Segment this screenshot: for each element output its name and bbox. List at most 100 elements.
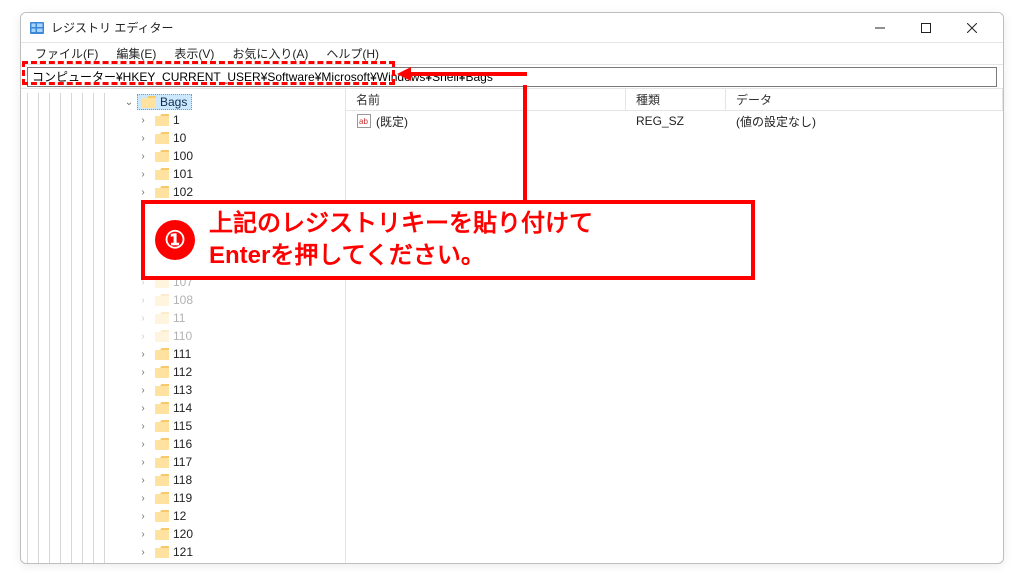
address-input[interactable] <box>27 67 997 87</box>
tree-item-label: 119 <box>173 491 192 505</box>
tree-item-label: 110 <box>173 329 192 343</box>
folder-icon <box>155 474 169 486</box>
regedit-icon <box>29 20 45 36</box>
folder-icon <box>155 492 169 504</box>
tree-item[interactable]: ›114 <box>133 399 345 417</box>
chevron-right-icon[interactable]: › <box>137 492 149 504</box>
minimize-button[interactable] <box>857 13 903 43</box>
chevron-right-icon[interactable]: › <box>137 186 149 198</box>
chevron-right-icon[interactable]: › <box>137 204 149 216</box>
menu-file[interactable]: ファイル(F) <box>27 43 106 64</box>
chevron-right-icon[interactable]: › <box>137 222 149 234</box>
string-value-icon: ab <box>356 113 372 129</box>
tree-item-label: 1 <box>173 113 180 127</box>
menu-help[interactable]: ヘルプ(H) <box>318 43 387 64</box>
chevron-right-icon[interactable]: › <box>137 438 149 450</box>
chevron-right-icon[interactable]: › <box>137 402 149 414</box>
chevron-down-icon[interactable]: ⌄ <box>123 96 135 108</box>
chevron-right-icon[interactable]: › <box>137 168 149 180</box>
tree-item[interactable]: › 11 <box>133 309 345 327</box>
chevron-right-icon[interactable]: › <box>137 510 149 522</box>
maximize-button[interactable] <box>903 13 949 43</box>
chevron-right-icon[interactable]: › <box>137 312 149 324</box>
tree-item[interactable]: ›101 <box>133 165 345 183</box>
column-header-type[interactable]: 種類 <box>626 89 726 110</box>
folder-icon <box>155 168 169 180</box>
tree-item[interactable]: › 103 <box>133 201 345 219</box>
chevron-right-icon[interactable]: › <box>137 132 149 144</box>
tree-item[interactable]: ›118 <box>133 471 345 489</box>
chevron-right-icon[interactable]: › <box>137 528 149 540</box>
tree-item-label: 115 <box>173 419 192 433</box>
menu-edit[interactable]: 編集(E) <box>108 43 164 64</box>
tree-item-label: 12 <box>173 509 186 523</box>
folder-icon <box>155 114 169 126</box>
chevron-right-icon[interactable]: › <box>137 114 149 126</box>
close-button[interactable] <box>949 13 995 43</box>
tree-item[interactable]: ›102 <box>133 183 345 201</box>
list-header: 名前 種類 データ <box>346 89 1003 111</box>
tree-item[interactable]: ›121 <box>133 543 345 561</box>
folder-icon <box>155 204 169 216</box>
folder-icon <box>155 528 169 540</box>
chevron-right-icon[interactable]: › <box>137 384 149 396</box>
chevron-right-icon[interactable]: › <box>137 150 149 162</box>
chevron-right-icon[interactable]: › <box>137 420 149 432</box>
chevron-right-icon[interactable]: › <box>137 330 149 342</box>
tree-item[interactable]: › 119 <box>133 489 345 507</box>
tree-item[interactable]: › 116 <box>133 435 345 453</box>
tree-item[interactable]: ›108 <box>133 291 345 309</box>
tree-item[interactable]: ›106 <box>133 255 345 273</box>
tree-item[interactable]: › 115 <box>133 417 345 435</box>
tree-item[interactable]: › 104 <box>133 219 345 237</box>
tree-item[interactable]: › 120 <box>133 525 345 543</box>
tree-item[interactable]: › 12 <box>133 507 345 525</box>
menu-favorites[interactable]: お気に入り(A) <box>224 43 316 64</box>
tree-item[interactable]: ›113 <box>133 381 345 399</box>
tree-item[interactable]: ›112 <box>133 363 345 381</box>
list-row[interactable]: ab(既定)REG_SZ(値の設定なし) <box>346 111 1003 131</box>
folder-icon <box>155 510 169 522</box>
folder-icon <box>155 330 169 342</box>
tree-item[interactable]: ›1 <box>133 111 345 129</box>
folder-icon <box>155 258 169 270</box>
tree-item[interactable]: ›111 <box>133 345 345 363</box>
tree-item-label: 11 <box>173 311 185 325</box>
value-name: (既定) <box>376 113 408 130</box>
chevron-right-icon[interactable]: › <box>137 366 149 378</box>
chevron-right-icon[interactable]: › <box>137 546 149 558</box>
window-title: レジストリ エディター <box>51 19 174 36</box>
folder-icon <box>155 546 169 558</box>
tree-item[interactable]: ›105 <box>133 237 345 255</box>
tree-item[interactable]: ›117 <box>133 453 345 471</box>
tree-item-label: 116 <box>173 437 192 451</box>
folder-icon <box>155 240 169 252</box>
tree-item[interactable]: ›10 <box>133 129 345 147</box>
tree-item-selected[interactable]: ⌄ Bags <box>119 93 345 111</box>
folder-icon <box>155 150 169 162</box>
svg-text:ab: ab <box>359 117 368 126</box>
chevron-right-icon[interactable]: › <box>137 348 149 360</box>
chevron-right-icon[interactable]: › <box>137 258 149 270</box>
chevron-right-icon[interactable]: › <box>137 276 149 288</box>
tree-item-label: 120 <box>173 527 193 541</box>
tree-pane[interactable]: ⌄ Bags ›1›10›100›101›102›103›104›105›106… <box>21 89 346 563</box>
chevron-right-icon[interactable]: › <box>137 294 149 306</box>
tree-item-label: 107 <box>173 275 193 289</box>
column-header-data[interactable]: データ <box>726 89 1003 110</box>
tree-item[interactable]: › 110 <box>133 327 345 345</box>
column-header-name[interactable]: 名前 <box>346 89 626 110</box>
tree-item[interactable]: ›122 <box>133 561 345 563</box>
tree-item-label: 104 <box>173 221 193 235</box>
tree-item[interactable]: › 107 <box>133 273 345 291</box>
content-area: ⌄ Bags ›1›10›100›101›102›103›104›105›106… <box>21 89 1003 563</box>
chevron-right-icon[interactable]: › <box>137 240 149 252</box>
tree-item-label: 100 <box>173 149 193 163</box>
folder-icon <box>155 438 169 450</box>
tree-item-label: 103 <box>173 203 193 217</box>
menu-view[interactable]: 表示(V) <box>166 43 222 64</box>
chevron-right-icon[interactable]: › <box>137 456 149 468</box>
list-pane[interactable]: 名前 種類 データ ab(既定)REG_SZ(値の設定なし) <box>346 89 1003 563</box>
chevron-right-icon[interactable]: › <box>137 474 149 486</box>
tree-item[interactable]: › 100 <box>133 147 345 165</box>
